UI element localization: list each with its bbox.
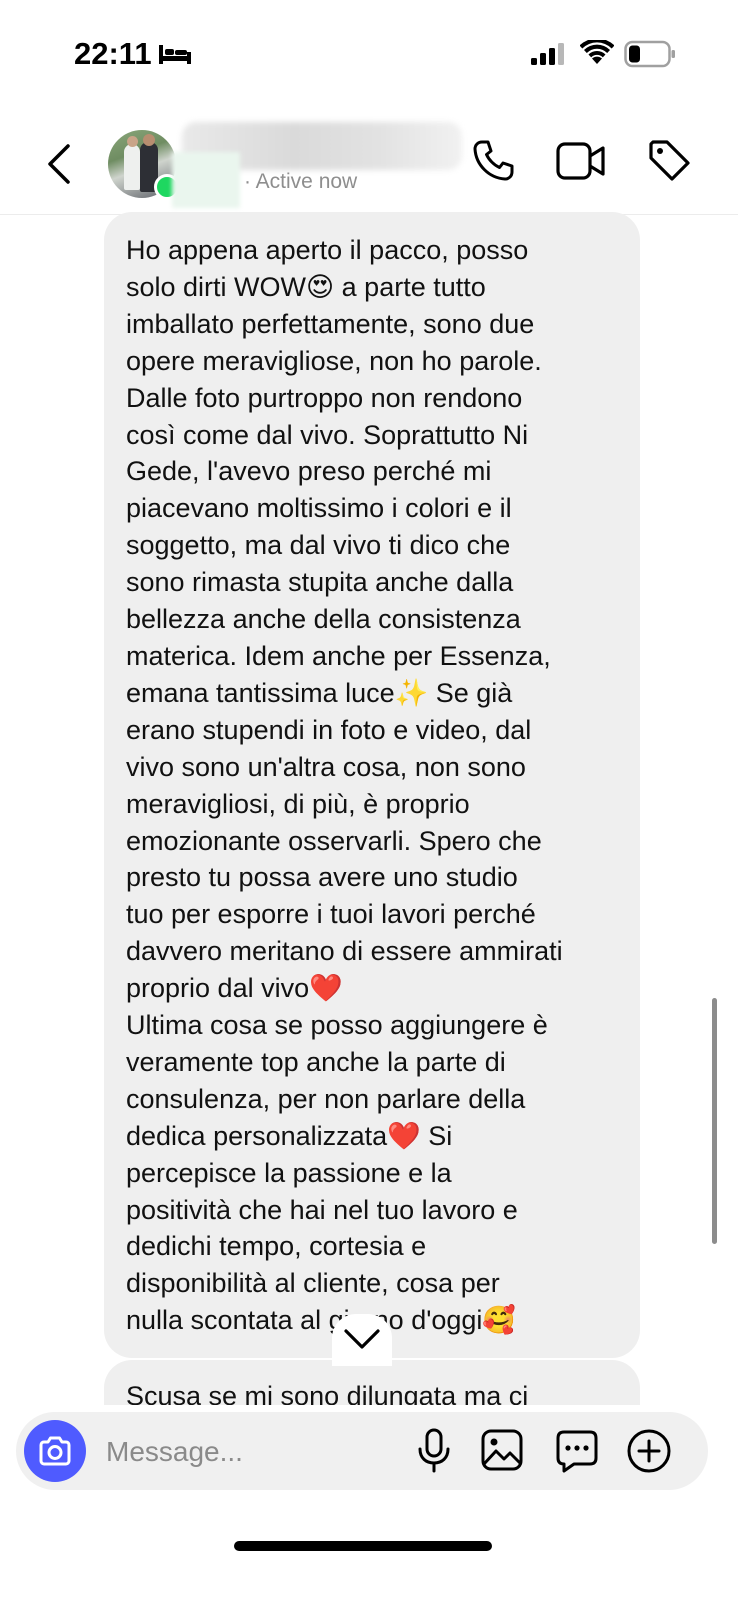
call-icon[interactable]	[470, 138, 516, 184]
plus-icon[interactable]	[626, 1428, 672, 1474]
active-status: · Active now	[244, 170, 358, 193]
chevron-down-icon	[344, 1329, 380, 1349]
camera-icon	[39, 1436, 71, 1466]
scrollbar[interactable]	[712, 998, 717, 1244]
signal-icon	[531, 43, 564, 65]
home-indicator[interactable]	[234, 1541, 492, 1551]
scroll-to-bottom-button[interactable]	[332, 1314, 392, 1366]
username-redacted	[172, 152, 240, 208]
message-bubble[interactable]: Ho appena aperto il pacco, posso solo di…	[104, 212, 640, 1358]
back-icon[interactable]	[44, 142, 74, 186]
message-input[interactable]	[104, 1426, 398, 1478]
microphone-icon[interactable]	[414, 1428, 454, 1474]
battery-icon	[624, 40, 675, 68]
status-bar: 22:11	[0, 0, 738, 110]
message-composer	[16, 1412, 708, 1490]
sticker-icon[interactable]	[554, 1428, 600, 1474]
chat-header: · Active now	[0, 118, 738, 215]
message-text: Ho appena aperto il pacco, posso solo di…	[126, 235, 563, 1336]
camera-button[interactable]	[24, 1420, 86, 1482]
video-call-icon[interactable]	[556, 140, 606, 182]
wifi-icon	[580, 40, 614, 64]
bed-icon	[159, 45, 191, 64]
status-time: 22:11	[74, 36, 152, 71]
gallery-icon[interactable]	[480, 1428, 524, 1472]
tag-icon[interactable]	[646, 138, 692, 184]
